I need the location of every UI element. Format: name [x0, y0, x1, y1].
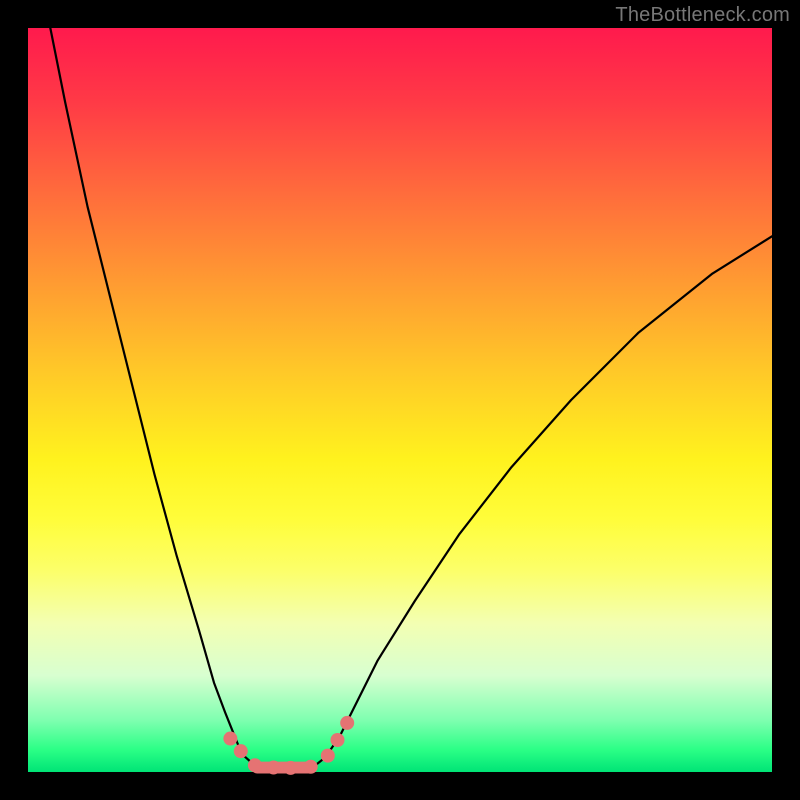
marker-dot [304, 760, 318, 774]
watermark-text: TheBottleneck.com [615, 4, 790, 27]
marker-dot [331, 733, 345, 747]
curve-right-branch [314, 236, 772, 766]
marker-dot [234, 744, 248, 758]
marker-dot [248, 758, 262, 772]
chart-plot [28, 28, 772, 772]
marker-dot [284, 761, 298, 775]
curve-left-branch [50, 28, 258, 766]
marker-dot [321, 749, 335, 763]
marker-dot [340, 716, 354, 730]
marker-dot [223, 732, 237, 746]
marker-dot [267, 761, 281, 775]
marker-group [223, 716, 354, 775]
